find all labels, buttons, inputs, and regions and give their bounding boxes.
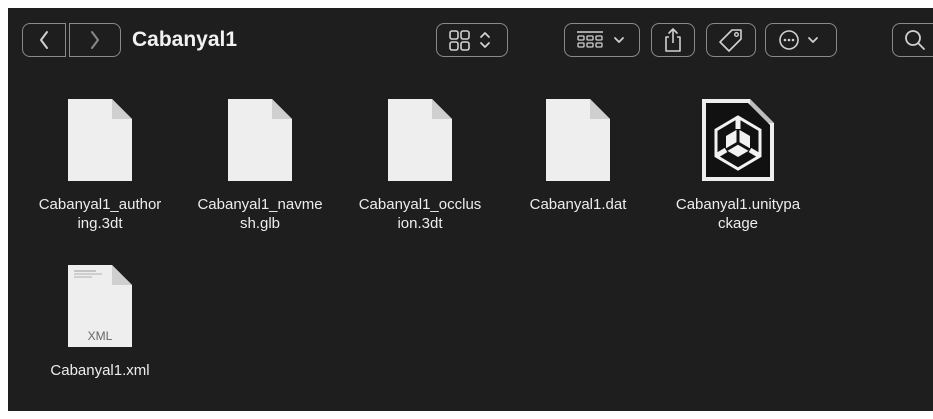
group-by-icon bbox=[577, 31, 624, 48]
forward-button[interactable] bbox=[69, 23, 121, 57]
file-item[interactable]: Cabanyal1_navme sh.glb bbox=[180, 97, 340, 233]
file-name: Cabanyal1_occlus ion.3dt bbox=[358, 196, 482, 232]
search-icon bbox=[905, 30, 925, 50]
chevron-right-icon bbox=[91, 31, 99, 49]
document-icon bbox=[228, 99, 292, 181]
chevron-left-icon bbox=[40, 31, 48, 49]
back-button[interactable] bbox=[22, 23, 66, 57]
file-name: Cabanyal1.dat bbox=[529, 196, 627, 213]
file-name: Cabanyal1.unitypa ckage bbox=[675, 196, 801, 232]
file-item[interactable]: Cabanyal1_occlus ion.3dt bbox=[340, 97, 500, 233]
share-icon bbox=[665, 28, 681, 52]
file-item[interactable]: Cabanyal1.dat bbox=[498, 97, 658, 214]
xml-badge: XML bbox=[88, 329, 113, 343]
finder-window: Cabanyal1 Cabanyal1_author ing.3dt Caban… bbox=[8, 8, 933, 411]
search-button[interactable] bbox=[892, 23, 933, 57]
view-mode-button[interactable] bbox=[436, 23, 508, 57]
file-item[interactable]: Cabanyal1.unitypa ckage bbox=[658, 97, 818, 233]
xml-document-icon: XML bbox=[68, 265, 132, 347]
document-icon bbox=[546, 99, 610, 181]
unity-package-icon bbox=[702, 99, 774, 181]
ellipsis-circle-icon bbox=[779, 30, 818, 50]
tag-button[interactable] bbox=[706, 23, 756, 57]
more-actions-button[interactable] bbox=[765, 23, 837, 57]
file-name: Cabanyal1.xml bbox=[50, 362, 150, 379]
group-by-button[interactable] bbox=[564, 23, 640, 57]
tag-icon bbox=[719, 29, 742, 52]
share-button[interactable] bbox=[651, 23, 695, 57]
window-title: Cabanyal1 bbox=[132, 28, 238, 51]
file-name: Cabanyal1_navme sh.glb bbox=[197, 196, 323, 232]
file-item[interactable]: Cabanyal1_author ing.3dt bbox=[20, 97, 180, 233]
document-icon bbox=[388, 99, 452, 181]
file-name: Cabanyal1_author ing.3dt bbox=[38, 196, 162, 232]
document-icon bbox=[68, 99, 132, 181]
icon-grid-icon bbox=[449, 30, 490, 51]
file-item[interactable]: XML Cabanyal1.xml bbox=[20, 263, 180, 380]
